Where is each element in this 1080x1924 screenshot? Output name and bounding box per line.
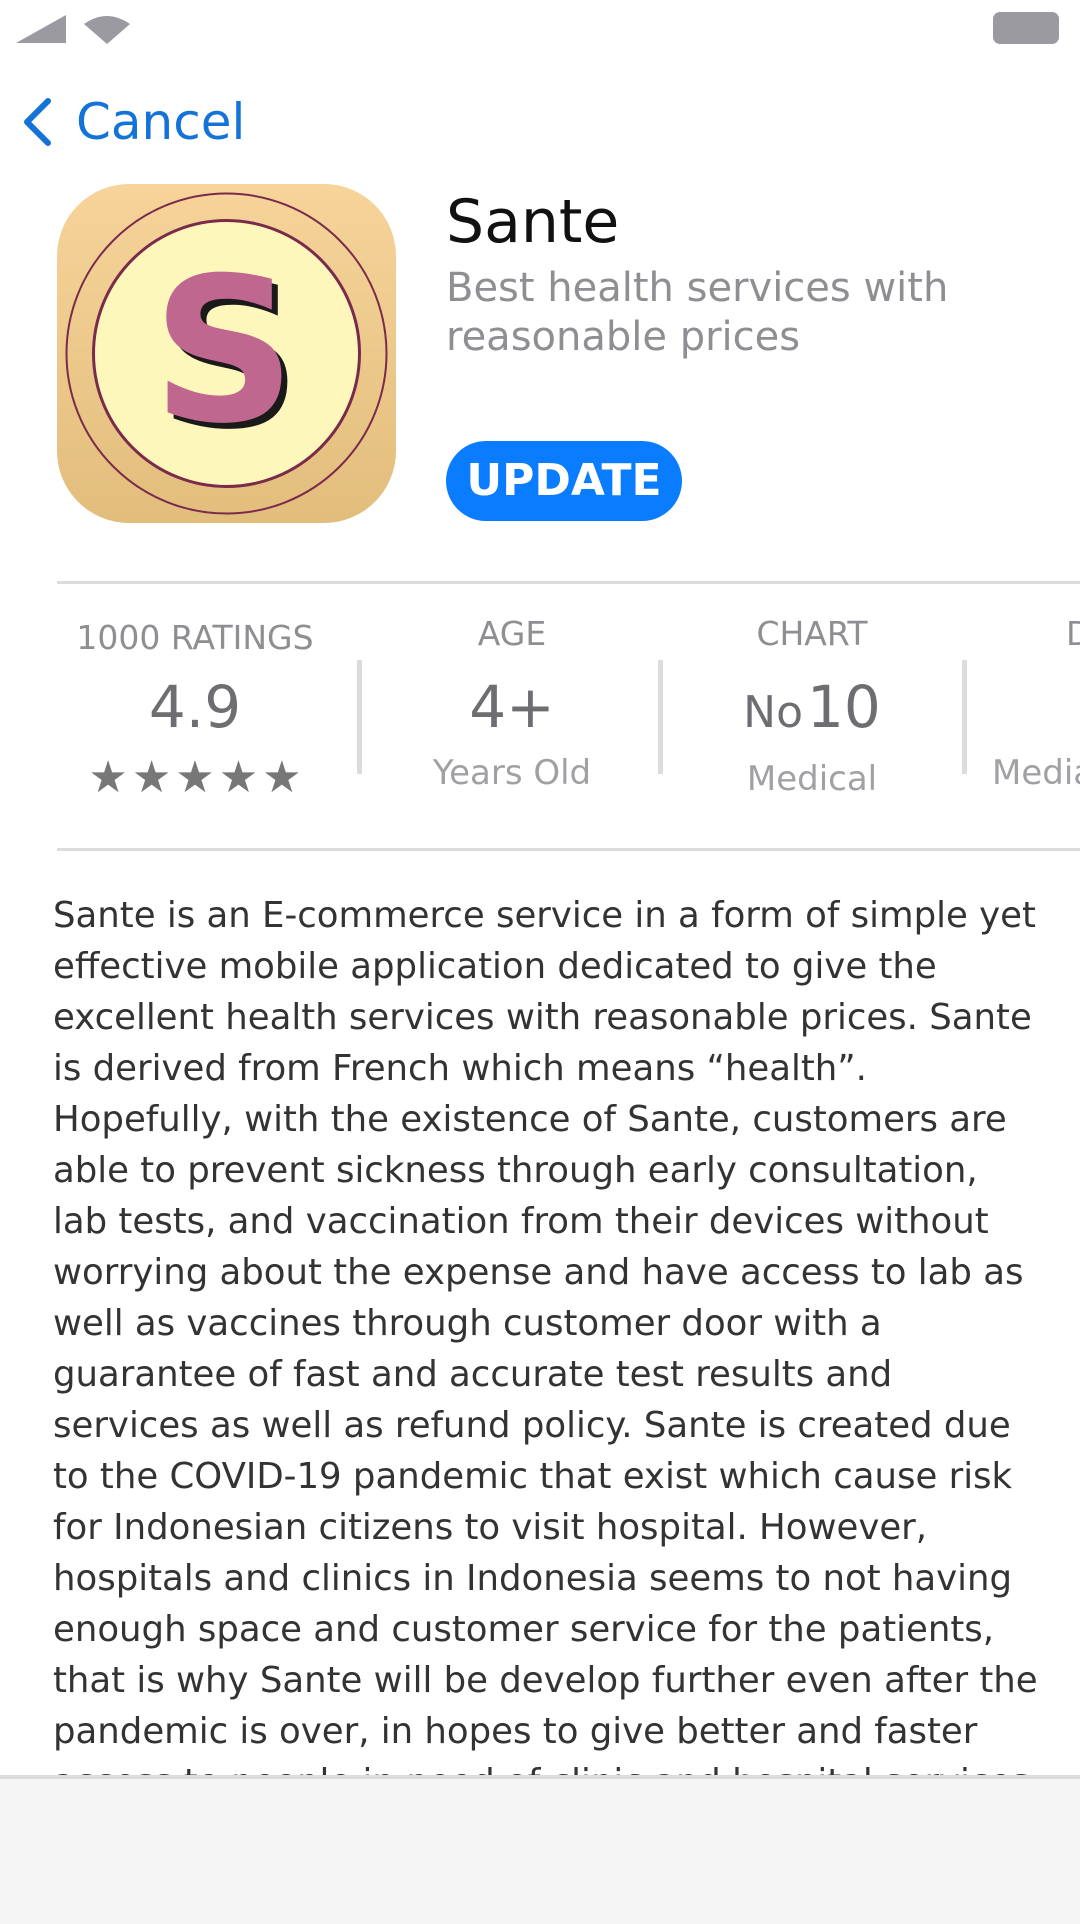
age-value: 4+ bbox=[469, 673, 555, 741]
chevron-left-icon bbox=[24, 98, 51, 146]
bottom-bar bbox=[0, 1775, 1080, 1924]
update-button[interactable]: UPDATE bbox=[446, 441, 682, 521]
app-icon-letter: S bbox=[152, 235, 296, 468]
stat-ratings: 1000 RATINGS 4.9 ★ ★ ★ ★ ★ bbox=[60, 618, 330, 800]
divider-top bbox=[57, 581, 1080, 584]
ratings-value: 4.9 bbox=[148, 673, 242, 741]
star-icon: ★ bbox=[175, 752, 215, 803]
stat-separator bbox=[962, 660, 967, 774]
cancel-label: Cancel bbox=[76, 93, 246, 151]
chart-rank-value: 10 bbox=[807, 673, 881, 741]
signal-icon bbox=[16, 15, 66, 43]
stat-separator bbox=[357, 660, 362, 774]
app-description: Sante is an E-commerce service in a form… bbox=[53, 895, 1041, 1803]
app-name: Sante bbox=[446, 187, 620, 257]
rating-stars: ★ ★ ★ ★ ★ bbox=[60, 756, 330, 800]
star-icon: ★ bbox=[218, 752, 259, 803]
wifi-icon bbox=[84, 16, 130, 44]
star-icon: ★ bbox=[131, 752, 172, 803]
cancel-button[interactable]: Cancel bbox=[22, 92, 245, 152]
partial-caption: D bbox=[1066, 614, 1080, 653]
star-icon: ★ bbox=[262, 752, 302, 803]
ratings-caption: 1000 RATINGS bbox=[76, 618, 314, 657]
battery-icon bbox=[993, 12, 1059, 44]
age-caption: AGE bbox=[477, 614, 547, 653]
status-bar bbox=[0, 0, 1080, 60]
chart-rank: No10 bbox=[692, 672, 932, 748]
partial-sub: Media bbox=[992, 753, 1080, 793]
star-icon: ★ bbox=[88, 752, 128, 803]
stat-age: AGE 4+ Years Old bbox=[392, 614, 632, 794]
divider-bottom bbox=[57, 848, 1080, 851]
stat-separator bbox=[658, 660, 663, 774]
chart-sub: Medical bbox=[746, 759, 878, 799]
chart-caption: CHART bbox=[756, 614, 868, 653]
app-icon: S S bbox=[57, 184, 396, 523]
stat-partial: D Media bbox=[990, 614, 1080, 794]
chart-rank-prefix: No bbox=[743, 687, 804, 738]
age-sub: Years Old bbox=[432, 753, 592, 793]
app-subtitle: Best health services with reasonable pri… bbox=[446, 265, 949, 360]
stat-chart: CHART No10 Medical bbox=[692, 614, 932, 800]
